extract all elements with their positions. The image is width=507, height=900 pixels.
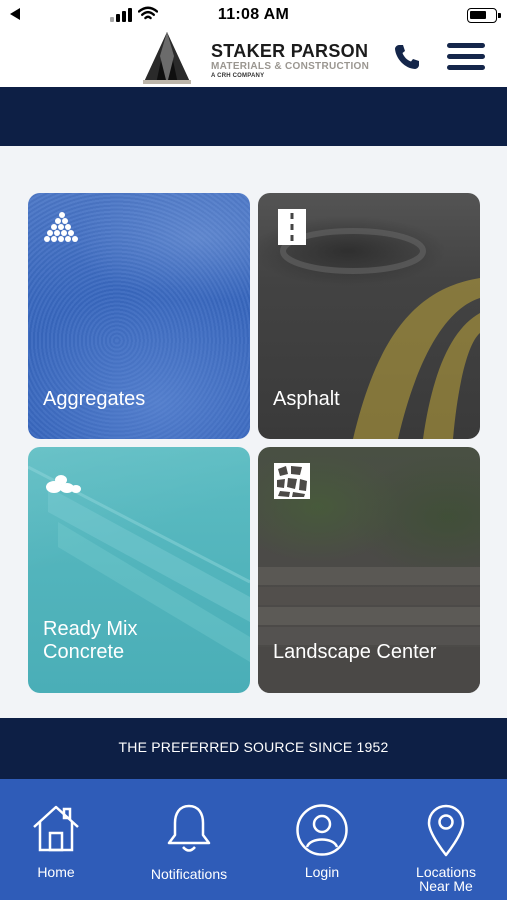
tile-asphalt[interactable]: Asphalt (258, 193, 480, 439)
aggregates-icon (44, 212, 78, 242)
tile-ready-mix-concrete[interactable]: Ready Mix Concrete (28, 447, 250, 693)
battery-icon (467, 8, 501, 23)
brand-subtitle: MATERIALS & CONSTRUCTION (211, 61, 370, 72)
tab-locations-label-line2: Near Me (419, 878, 473, 894)
tab-home[interactable]: Home (15, 779, 97, 900)
road-icon (278, 209, 306, 245)
tab-locations-near-me[interactable]: Locations Near Me (402, 779, 490, 900)
brand-logo-icon[interactable] (143, 32, 191, 84)
phone-icon[interactable] (392, 42, 422, 72)
bell-icon (167, 804, 211, 852)
brand-name: STAKER PARSON (211, 41, 369, 61)
tile-label-ready-mix-line2: Concrete (43, 641, 125, 663)
tagline-text: THE PREFERRED SOURCE SINCE 1952 (118, 739, 389, 755)
home-icon (33, 805, 79, 852)
user-icon (296, 804, 348, 856)
tab-login-label: Login (304, 864, 340, 880)
brand-tagline: A CRH COMPANY (211, 73, 265, 79)
status-time: 11:08 AM (217, 6, 290, 23)
bottom-tab-bar: Home Notifications Login Locations Near … (0, 779, 507, 900)
tab-notifications-label: Notifications (150, 866, 228, 882)
hamburger-menu-icon[interactable] (447, 42, 485, 72)
tile-landscape-center[interactable]: Landscape Center (258, 447, 480, 693)
stones-icon (46, 475, 81, 493)
app-header: STAKER PARSON MATERIALS & CONSTRUCTION A… (0, 30, 507, 87)
tile-label-landscape-center: Landscape Center (273, 641, 437, 663)
brand-wordmark: STAKER PARSON MATERIALS & CONSTRUCTION A… (211, 41, 369, 80)
status-bar: 11:08 AM (0, 0, 507, 30)
tile-aggregates[interactable]: Aggregates (28, 193, 250, 439)
tile-label-aggregates: Aggregates (43, 388, 146, 410)
hero-banner (0, 87, 507, 146)
tab-home-label: Home (37, 864, 75, 880)
tagline-band: THE PREFERRED SOURCE SINCE 1952 (0, 718, 507, 779)
tile-label-ready-mix-line1: Ready Mix (43, 618, 138, 640)
tab-notifications[interactable]: Notifications (140, 779, 238, 900)
tab-login[interactable]: Login (282, 779, 362, 900)
location-pin-icon (427, 804, 465, 857)
flagstone-icon (274, 463, 310, 499)
tile-label-asphalt: Asphalt (273, 388, 340, 410)
